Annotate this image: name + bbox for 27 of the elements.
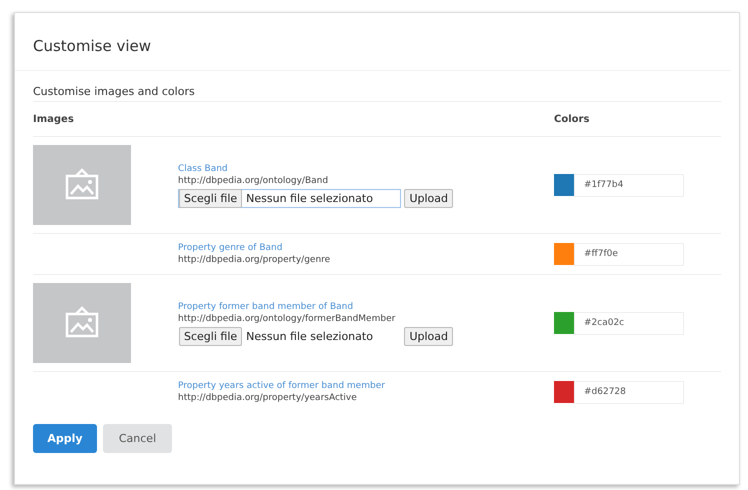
color-swatch[interactable] xyxy=(554,174,574,196)
color-input[interactable]: #d62728 xyxy=(574,380,684,404)
property-uri: http://dbpedia.org/property/genre xyxy=(178,254,332,266)
file-input[interactable]: Scegli file Nessun file selezionato xyxy=(178,326,401,346)
property-link[interactable]: Class Band xyxy=(178,162,554,174)
property-uri: http://dbpedia.org/ontology/Band xyxy=(178,174,330,186)
color-input[interactable]: #2ca02c xyxy=(574,312,684,334)
color-swatch[interactable] xyxy=(554,243,574,265)
column-header: Colors xyxy=(554,114,590,125)
file-status: Nessun file selezionato xyxy=(246,330,373,342)
column-header: Images xyxy=(33,114,75,125)
upload-button[interactable]: Upload xyxy=(404,326,453,346)
color-input[interactable]: #ff7f0e xyxy=(574,242,684,266)
property-uri: http://dbpedia.org/property/yearsActive xyxy=(178,392,358,404)
upload-button[interactable]: Upload xyxy=(404,188,453,208)
file-input[interactable]: Scegli file Nessun file selezionato xyxy=(178,188,401,208)
color-swatch[interactable] xyxy=(554,312,574,334)
section-title: Customise images and colors xyxy=(33,71,721,102)
property-uri: http://dbpedia.org/ontology/formerBandMember xyxy=(178,312,396,324)
dialog-title: Customise view xyxy=(15,13,731,71)
cancel-button[interactable]: Cancel xyxy=(103,424,172,453)
file-status: Nessun file selezionato xyxy=(246,192,373,204)
choose-file-button[interactable]: Scegli file xyxy=(179,188,242,208)
apply-button[interactable]: Apply xyxy=(33,424,97,453)
color-swatch[interactable] xyxy=(554,381,574,403)
color-input[interactable]: #1f77b4 xyxy=(574,174,684,196)
choose-file-button[interactable]: Scegli file xyxy=(179,326,242,346)
